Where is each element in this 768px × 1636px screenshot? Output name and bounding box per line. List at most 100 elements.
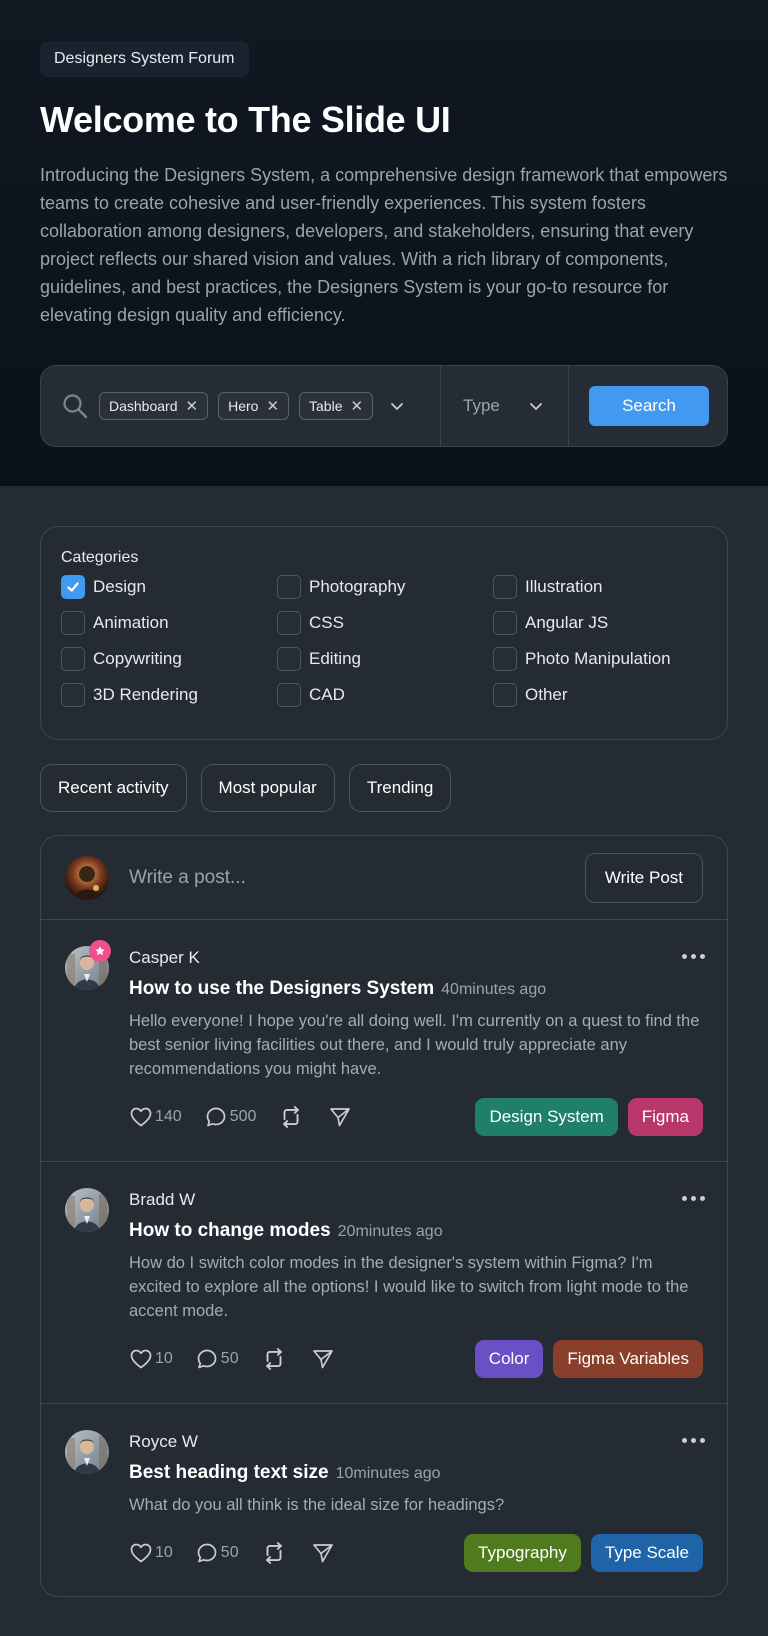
category-label: Copywriting [93,649,182,668]
send-icon[interactable] [311,1541,335,1565]
comment-button[interactable]: 500 [204,1105,257,1129]
like-button[interactable]: 10 [129,1541,173,1565]
post-author[interactable]: Royce W [129,1430,703,1454]
share-button[interactable] [311,1347,337,1371]
close-icon[interactable]: ✕ [186,397,199,415]
repost-button[interactable] [261,1346,289,1372]
heart-icon[interactable] [129,1347,153,1371]
tag-chip[interactable]: Type Scale [590,1534,703,1572]
post-card: Casper K How to use the Designers System 4… [41,920,727,1162]
comment-count: 50 [220,1350,239,1367]
post-card: Royce W Best heading text size 10minutes a… [41,1404,727,1596]
checkbox[interactable] [493,611,517,635]
post-author[interactable]: Casper K [129,946,703,970]
filter-most-popular[interactable]: Most popular [200,764,335,812]
avatar [65,855,109,900]
checkbox[interactable] [277,683,301,707]
post-title[interactable]: How to use the Designers System [129,978,434,1000]
category-copywriting[interactable]: Copywriting [61,647,277,671]
category-editing[interactable]: Editing [277,647,493,671]
tag-chip[interactable]: Color [474,1340,544,1378]
heart-icon[interactable] [129,1105,153,1129]
post-title[interactable]: How to change modes [129,1220,331,1242]
category-angular-js[interactable]: Angular JS [493,611,709,635]
category-label: Angular JS [525,613,609,632]
comment-button[interactable]: 50 [195,1541,239,1565]
type-select[interactable]: Type [441,366,569,446]
category-photo-manipulation[interactable]: Photo Manipulation [493,647,709,671]
checkbox[interactable] [61,575,85,599]
composer-input[interactable]: Write a post... [129,867,585,889]
repost-icon[interactable] [261,1346,287,1372]
post-timestamp: 20minutes ago [337,1223,443,1240]
hero-section: Designers System Forum Welcome to The Sl… [0,0,768,486]
post-text: Hello everyone! I hope you're all doing … [129,1012,700,1078]
category-design[interactable]: Design [61,575,277,599]
avatar[interactable] [65,1188,109,1232]
repost-icon[interactable] [278,1104,304,1130]
category-other[interactable]: Other [493,683,709,707]
send-icon[interactable] [311,1347,335,1371]
category-animation[interactable]: Animation [61,611,277,635]
post-card: Bradd W How to change modes 20minutes ago H… [41,1162,727,1404]
category-label: Photo Manipulation [525,649,671,668]
category-photography[interactable]: Photography [277,575,493,599]
like-button[interactable]: 10 [129,1347,173,1371]
filter-recent-activity[interactable]: Recent activity [40,764,187,812]
repost-icon[interactable] [261,1540,287,1566]
checkbox[interactable] [493,683,517,707]
comment-button[interactable]: 50 [195,1347,239,1371]
more-options-icon[interactable] [682,954,705,959]
category-3d-rendering[interactable]: 3D Rendering [61,683,277,707]
filter-trending[interactable]: Trending [348,764,452,812]
share-button[interactable] [311,1541,337,1565]
chevron-down-icon[interactable] [389,398,405,414]
chip-label: Table [309,398,343,414]
like-button[interactable]: 140 [129,1105,182,1129]
share-button[interactable] [328,1105,354,1129]
post-title[interactable]: Best heading text size [129,1462,329,1484]
comment-count: 500 [229,1108,257,1125]
close-icon[interactable]: ✕ [266,397,279,415]
write-post-button[interactable]: Write Post [584,852,703,903]
tag-search-field[interactable]: Dashboard ✕ Hero ✕ Table ✕ [41,366,441,446]
heart-icon[interactable] [129,1541,153,1565]
checkbox[interactable] [277,647,301,671]
post-author[interactable]: Bradd W [129,1188,703,1212]
more-options-icon[interactable] [682,1438,705,1443]
chip-label: Dashboard [109,398,178,414]
more-options-icon[interactable] [682,1196,705,1201]
repost-button[interactable] [261,1540,289,1566]
checkbox[interactable] [493,647,517,671]
post-timestamp: 40minutes ago [441,981,547,998]
close-icon[interactable]: ✕ [350,397,363,415]
category-illustration[interactable]: Illustration [493,575,709,599]
checkbox[interactable] [61,611,85,635]
category-cad[interactable]: CAD [277,683,493,707]
checkbox[interactable] [493,575,517,599]
avatar[interactable] [65,1430,109,1474]
checkbox[interactable] [61,683,85,707]
repost-button[interactable] [278,1104,306,1130]
tag-chip[interactable]: Figma [627,1098,703,1136]
checkbox[interactable] [277,575,301,599]
comment-icon[interactable] [195,1541,219,1565]
tag-chip[interactable]: Figma Variables [553,1340,703,1378]
send-icon[interactable] [328,1105,352,1129]
categories-panel: Categories Design Photography Illustration… [40,526,728,740]
comment-icon[interactable] [195,1347,219,1371]
like-count: 140 [155,1108,182,1125]
post-timestamp: 10minutes ago [335,1465,441,1482]
post-actions: 140 500 Design System Figma [129,1098,703,1136]
comment-icon[interactable] [204,1105,228,1129]
post-actions: 10 50 Typography Type Scale [129,1534,703,1572]
search-button[interactable]: Search [589,386,709,426]
tag-chip[interactable]: Typography [464,1534,581,1572]
forum-badge: Designers System Forum [40,41,249,77]
tag-chip[interactable]: Design System [475,1098,618,1136]
category-css[interactable]: CSS [277,611,493,635]
star-badge-icon [89,940,111,962]
checkbox[interactable] [61,647,85,671]
categories-grid: Design Photography Illustration Animation CS… [61,575,707,707]
checkbox[interactable] [277,611,301,635]
